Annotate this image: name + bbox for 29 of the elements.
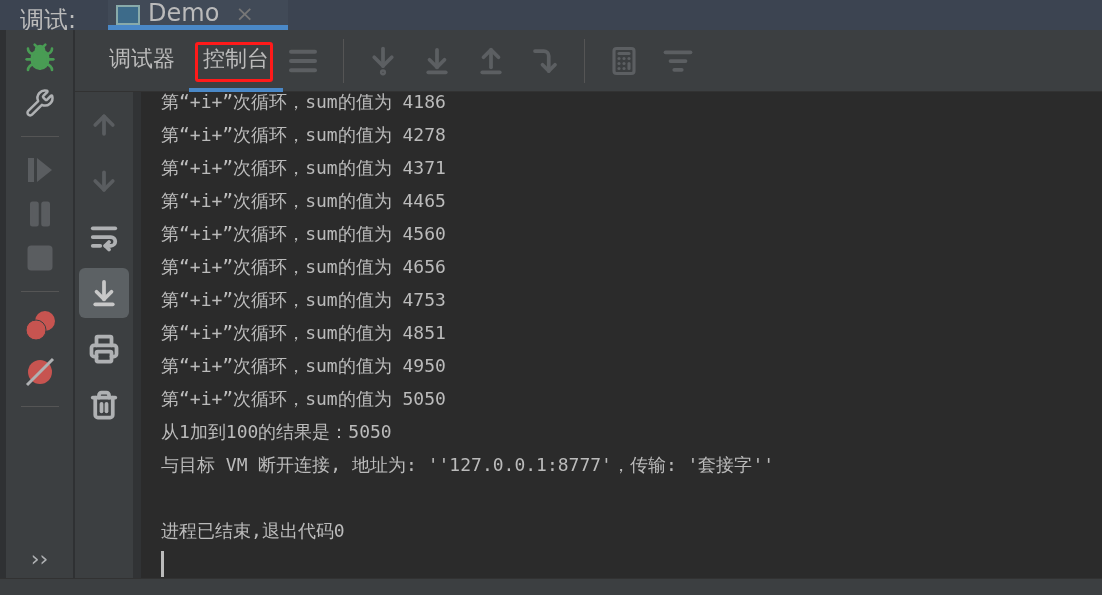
console-line: 第“+i+”次循环，sum的值为 4560	[161, 222, 446, 246]
console-line: 第“+i+”次循环，sum的值为 4753	[161, 288, 446, 312]
wrench-icon[interactable]	[24, 88, 55, 118]
console-line: 第“+i+”次循环，sum的值为 4465	[161, 189, 446, 213]
trash-icon[interactable]	[89, 390, 119, 420]
more-button[interactable]: ››	[30, 548, 49, 570]
breakpoints-icon[interactable]	[23, 310, 56, 342]
print-icon[interactable]	[89, 334, 119, 364]
calculator-icon[interactable]	[609, 45, 639, 76]
mute-breakpoints-icon[interactable]	[23, 356, 56, 388]
bug-icon[interactable]	[23, 42, 56, 74]
console-line: 第“+i+”次循环，sum的值为 4950	[161, 354, 446, 378]
console-line: 第“+i+”次循环，sum的值为 4851	[161, 321, 446, 345]
resume-icon[interactable]	[25, 155, 54, 185]
console-line: 第“+i+”次循环，sum的值为 4371	[161, 156, 446, 180]
text-cursor	[161, 551, 164, 577]
console-line: 第“+i+”次循环，sum的值为 4186	[161, 92, 446, 114]
scroll-to-end-button[interactable]	[79, 268, 129, 318]
console-line: 第“+i+”次循环，sum的值为 4278	[161, 123, 446, 147]
console-line: 第“+i+”次循环，sum的值为 4656	[161, 255, 446, 279]
console-line: 从1加到100的结果是：5050	[161, 420, 392, 444]
console-line: 与目标 VM 断开连接, 地址为: ''127.0.0.1:8777'，传输: '套接字''	[161, 453, 775, 477]
console-line: 进程已结束,退出代码0	[161, 519, 345, 543]
window-icon	[116, 5, 141, 25]
editor-tab[interactable]: Demo ×	[108, 0, 289, 30]
debug-tab[interactable]: 调试器	[95, 29, 189, 92]
console-line: 第“+i+”次循环，sum的值为 5050	[161, 387, 446, 411]
window-title: 调试:	[19, 8, 78, 32]
tab-label: Demo	[148, 1, 220, 25]
